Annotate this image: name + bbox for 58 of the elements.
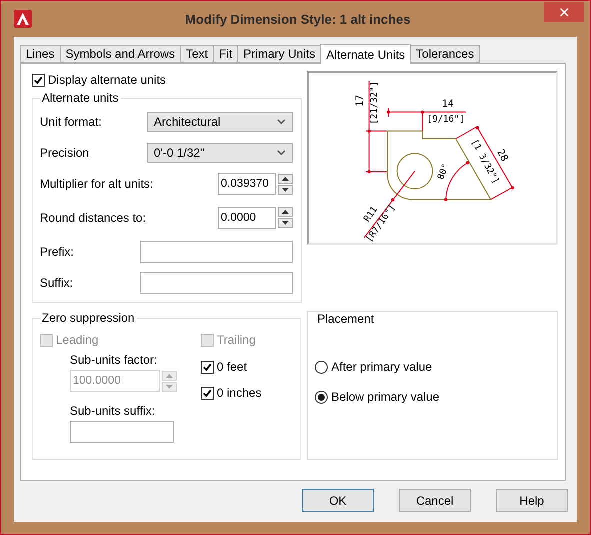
dimension-label: 80°	[436, 162, 452, 182]
group-title: Placement	[316, 312, 376, 326]
text-field[interactable]	[70, 421, 174, 443]
field-label: Sub-units factor:	[70, 353, 158, 367]
spin-up-button[interactable]	[278, 207, 293, 217]
tab[interactable]: Lines	[20, 45, 61, 63]
dimension-label: [21/32"]	[370, 81, 380, 125]
field-label: Prefix:	[40, 244, 74, 258]
checkbox[interactable]: 0 inches	[201, 384, 292, 402]
dialog-button[interactable]: Help	[496, 489, 568, 512]
chevron-down-icon	[277, 150, 286, 156]
chevron-down-icon	[277, 118, 286, 124]
window-title: Modify Dimension Style: 1 alt inches	[184, 12, 412, 26]
spin-down-button[interactable]	[278, 218, 293, 228]
checkbox[interactable]: Display alternate units	[32, 71, 302, 89]
group-title: Alternate units	[41, 91, 120, 105]
radio-button[interactable]: Below primary value	[315, 382, 549, 412]
down-arrow-icon	[282, 188, 289, 192]
radio-button[interactable]: After primary value	[315, 352, 549, 382]
dialog-button[interactable]: OK	[302, 489, 374, 512]
down-arrow-icon	[166, 384, 173, 388]
tab[interactable]: Symbols and Arrows	[60, 45, 182, 63]
text-field[interactable]	[140, 272, 293, 294]
spin-down-button[interactable]	[278, 184, 293, 194]
field-label: Unit format:	[40, 114, 102, 128]
field-label: Sub-units suffix:	[70, 404, 156, 418]
checkbox[interactable]: 0 feet	[201, 358, 292, 376]
up-arrow-icon	[282, 176, 289, 180]
tab[interactable]: Alternate Units	[320, 44, 412, 64]
field-label: Multiplier for alt units:	[40, 177, 154, 191]
check-icon	[34, 76, 43, 84]
dimension-label: [9/16"]	[427, 115, 465, 125]
check-icon	[203, 362, 212, 372]
field-label: Round distances to:	[40, 210, 146, 224]
up-arrow-icon	[282, 210, 289, 214]
tab[interactable]: Tolerances	[410, 45, 480, 63]
field-label: Suffix:	[40, 276, 74, 290]
tab[interactable]: Primary Units	[237, 45, 322, 63]
text-field[interactable]	[140, 240, 293, 262]
field-label: Precision	[40, 146, 90, 160]
check-icon	[203, 388, 212, 398]
close-button[interactable]	[544, 2, 584, 22]
number-field[interactable]: 0.0000	[218, 206, 276, 228]
dimension-label: 28	[494, 148, 510, 164]
dialog-button[interactable]: Cancel	[399, 489, 471, 512]
up-arrow-icon	[166, 374, 173, 378]
dimension-label: 14	[442, 99, 454, 110]
dropdown[interactable]: Architectural	[147, 112, 293, 132]
down-arrow-icon	[282, 221, 289, 225]
app-logo-icon	[14, 10, 32, 28]
tab[interactable]: Fit	[213, 45, 238, 63]
close-icon	[558, 6, 570, 18]
tab[interactable]: Text	[180, 45, 214, 63]
spin-up-button[interactable]	[278, 174, 293, 184]
group-title: Zero suppression	[41, 311, 136, 325]
number-field[interactable]: 0.039370	[218, 173, 276, 195]
dimension-label: 17	[355, 94, 366, 108]
dropdown[interactable]: 0'-0 1/32"	[147, 143, 293, 163]
